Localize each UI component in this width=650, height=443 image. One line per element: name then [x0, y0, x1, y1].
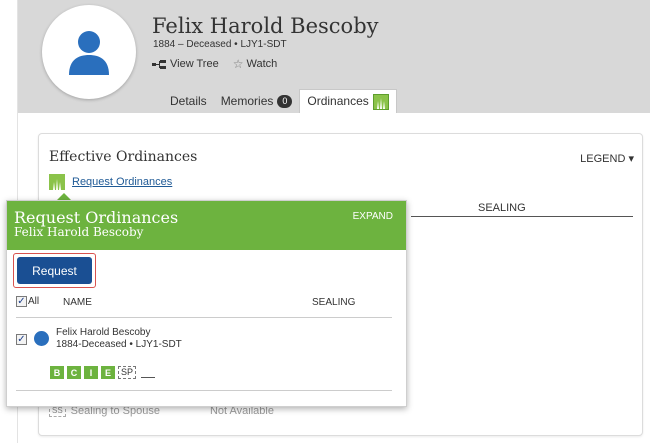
header-actions: View Tree ☆ Watch — [152, 57, 277, 71]
popup-divider — [16, 390, 392, 391]
male-silhouette-icon — [69, 31, 109, 75]
ordinance-confirmation[interactable]: C — [67, 366, 81, 379]
tab-details-label: Details — [170, 94, 207, 108]
ordinance-sealing-parents[interactable]: SP — [118, 366, 137, 379]
tree-branch-icon — [152, 60, 166, 69]
request-button[interactable]: Request — [17, 257, 92, 284]
card-title: Effective Ordinances — [49, 149, 198, 165]
tab-memories-label: Memories — [220, 94, 274, 108]
person-icon — [34, 331, 49, 346]
memories-count-badge: 0 — [277, 95, 293, 108]
request-ordinances-label: Request Ordinances — [72, 176, 173, 188]
ordinance-initiatory[interactable]: I — [84, 366, 98, 379]
person-row-meta: 1884-Deceased • LJY1-SDT — [56, 339, 182, 350]
request-button-highlight: Request — [13, 253, 96, 288]
popup-column-headers: ✓ All NAME SEALING — [16, 296, 392, 318]
tab-memories[interactable]: Memories 0 — [214, 89, 300, 113]
column-divider — [411, 216, 633, 217]
expand-button[interactable]: EXPAND — [353, 211, 393, 222]
sealing-column-header: SEALING — [478, 202, 526, 214]
temple-icon — [49, 174, 65, 190]
person-name: Felix Harold Bescoby — [152, 14, 379, 38]
ordinance-status-row: B C I E SP — [50, 366, 156, 379]
view-tree-link[interactable]: View Tree — [152, 58, 219, 70]
legend-dropdown[interactable]: LEGEND ▾ — [580, 152, 634, 165]
tab-ordinances-label: Ordinances — [307, 94, 369, 108]
request-ordinances-link[interactable]: Request Ordinances — [49, 174, 172, 190]
person-row-name: Felix Harold Bescoby — [56, 327, 151, 338]
ordinance-endowment[interactable]: E — [101, 366, 115, 379]
person-avatar — [42, 5, 136, 99]
select-all-checkbox[interactable]: ✓ — [16, 296, 27, 307]
popup-header: Request Ordinances Felix Harold Bescoby … — [7, 201, 406, 250]
popup-subtitle: Felix Harold Bescoby — [14, 225, 144, 239]
person-header: Felix Harold Bescoby 1884 – Deceased • L… — [18, 0, 650, 113]
sealing-placeholder — [141, 377, 156, 378]
tab-ordinances[interactable]: Ordinances — [299, 89, 397, 113]
select-all[interactable]: ✓ All — [16, 296, 39, 307]
temple-icon — [372, 94, 389, 110]
sealing-column-header: SEALING — [312, 297, 356, 308]
person-checkbox[interactable]: ✓ — [16, 334, 27, 345]
watch-label: Watch — [246, 58, 278, 70]
view-tree-label: View Tree — [170, 58, 219, 70]
tab-details[interactable]: Details — [163, 89, 214, 113]
person-meta: 1884 – Deceased • LJY1-SDT — [153, 39, 287, 50]
ordinance-baptism[interactable]: B — [50, 366, 64, 379]
select-all-label: All — [28, 296, 40, 307]
star-icon: ☆ — [232, 57, 244, 71]
person-tabs: Details Memories 0 Ordinances — [163, 89, 397, 113]
request-ordinances-popup: Request Ordinances Felix Harold Bescoby … — [6, 200, 407, 407]
name-column-header: NAME — [63, 297, 92, 308]
watch-link[interactable]: ☆ Watch — [233, 57, 278, 71]
